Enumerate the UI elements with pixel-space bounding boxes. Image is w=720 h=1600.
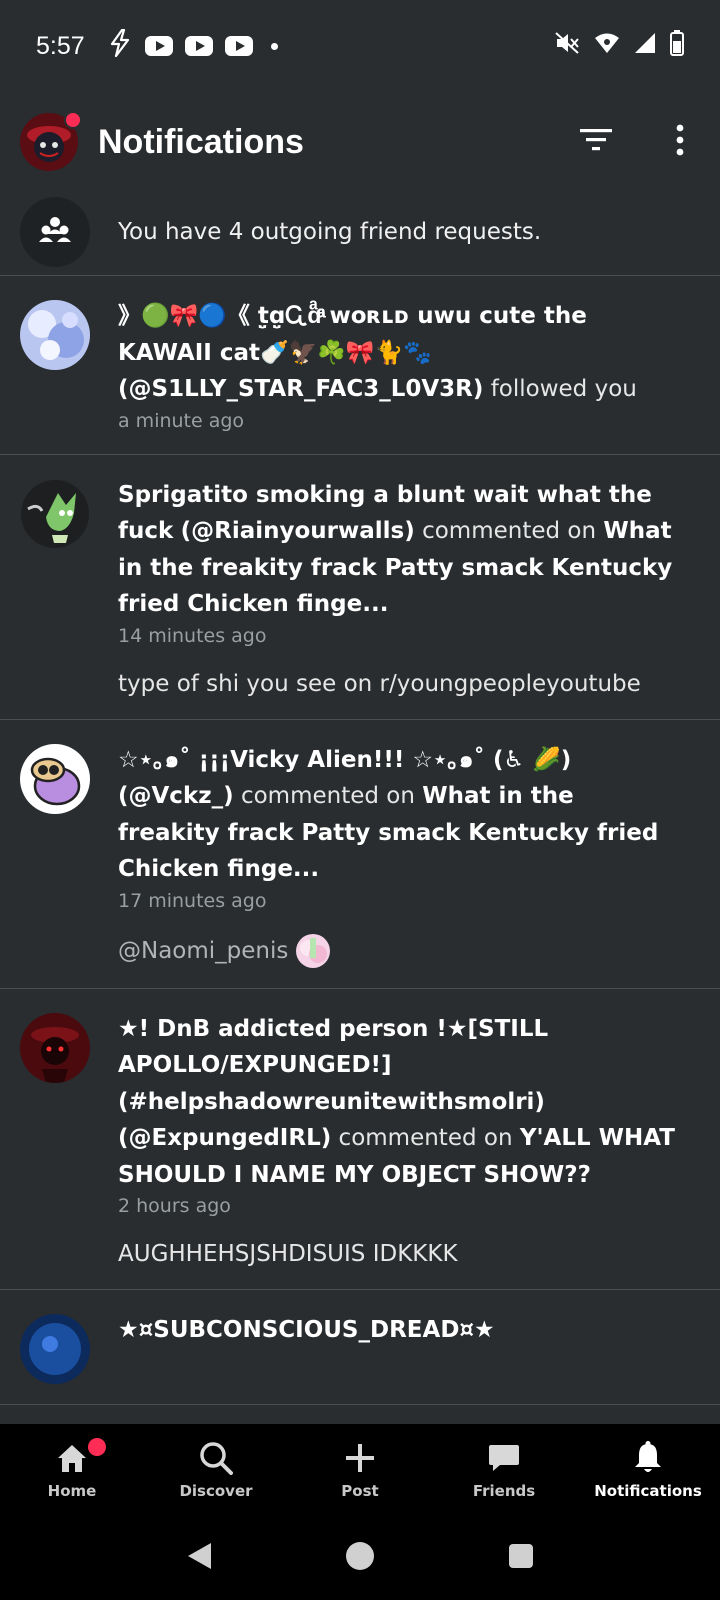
filter-icon bbox=[579, 127, 613, 157]
notification-dot bbox=[64, 111, 82, 129]
status-bar: 5:57 bbox=[0, 0, 720, 92]
actor-handle[interactable]: (@ExpungedIRL) bbox=[118, 1125, 331, 1151]
nav-friends[interactable]: Friends bbox=[432, 1424, 576, 1516]
profile-avatar-button[interactable] bbox=[20, 111, 82, 171]
more-options-button[interactable] bbox=[660, 122, 700, 162]
friend-requests-icon-wrap bbox=[20, 196, 90, 267]
comment-preview: AUGHHEHSJSHDISUIS IDKKKK bbox=[118, 1239, 678, 1269]
search-icon bbox=[198, 1440, 234, 1476]
friend-requests-text: You have 4 outgoing friend requests. bbox=[118, 218, 542, 245]
home-notification-dot bbox=[88, 1438, 106, 1456]
bell-icon bbox=[630, 1440, 666, 1476]
notification-time: a minute ago bbox=[118, 409, 245, 432]
avatar[interactable] bbox=[20, 300, 90, 370]
nav-discover[interactable]: Discover bbox=[144, 1424, 288, 1516]
notification-text: 》🟢🎀🔵《 t̤̮ɑ̤̮Ꮹɑͣͣͣͣͣͣͣͣ ᴡᴏʀʟᴅ uwu cute th… bbox=[118, 298, 678, 408]
system-navigation-bar bbox=[0, 1516, 720, 1600]
recents-icon[interactable] bbox=[507, 1542, 535, 1574]
notification-time: 2 hours ago bbox=[118, 1195, 231, 1217]
signal-icon bbox=[634, 32, 656, 60]
status-left-icons bbox=[107, 28, 278, 63]
page-title: Notifications bbox=[98, 122, 304, 161]
home-icon bbox=[54, 1440, 90, 1476]
actor-name[interactable]: ☆⋆｡๑˚ ¡¡¡Vicky Alien!!! ☆⋆｡๑˚ (♿ 🌽) bbox=[118, 747, 571, 773]
action-text: commented on bbox=[414, 518, 604, 544]
actor-name[interactable]: 》🟢🎀🔵《 t̤̮ɑ̤̮Ꮹɑͣͣͣͣͣͣͣͣ ᴡᴏʀʟᴅ uwu cute th… bbox=[118, 303, 587, 366]
actor-handle[interactable]: (@S1LLY_STAR_FAC3_L0V3R) bbox=[118, 376, 483, 402]
chat-icon bbox=[486, 1440, 522, 1476]
wifi-icon bbox=[594, 32, 620, 60]
nav-label: Post bbox=[341, 1482, 379, 1500]
actor-handle[interactable]: (@Riainyourwalls) bbox=[181, 518, 415, 544]
notification-text: ★! DnB addicted person !★[STILL APOLLO/E… bbox=[118, 1011, 678, 1194]
nav-label: Home bbox=[47, 1482, 97, 1500]
notification-time: 17 minutes ago bbox=[118, 889, 267, 912]
notification-text: Sprigatito smoking a blunt wait what the… bbox=[118, 477, 678, 623]
nav-post[interactable]: Post bbox=[288, 1424, 432, 1516]
status-time: 5:57 bbox=[36, 31, 85, 60]
avatar[interactable] bbox=[20, 1314, 90, 1384]
action-text: commented on bbox=[331, 1125, 520, 1151]
notification-text: ☆⋆｡๑˚ ¡¡¡Vicky Alien!!! ☆⋆｡๑˚ (♿ 🌽) (@Vc… bbox=[118, 742, 678, 888]
more-vertical-icon bbox=[675, 124, 685, 160]
avatar[interactable] bbox=[20, 478, 90, 549]
mute-icon bbox=[554, 31, 580, 61]
bottom-navigation: Home Discover Post Friends Notifications bbox=[0, 1424, 720, 1516]
nav-label: Discover bbox=[179, 1482, 253, 1500]
nav-home[interactable]: Home bbox=[0, 1424, 144, 1516]
plus-icon bbox=[342, 1440, 378, 1476]
notification-item[interactable]: ☆⋆｡๑˚ ¡¡¡Vicky Alien!!! ☆⋆｡๑˚ (♿ 🌽) (@Vc… bbox=[0, 720, 720, 989]
back-icon[interactable] bbox=[185, 1541, 213, 1575]
actor-name[interactable]: ★¤SUBCONSCIOUS_DREAD¤★ bbox=[118, 1317, 495, 1343]
app-header: Notifications bbox=[0, 92, 720, 192]
notification-item[interactable]: Sprigatito smoking a blunt wait what the… bbox=[0, 455, 720, 720]
youtube-icon bbox=[224, 36, 253, 56]
dot-icon bbox=[270, 42, 278, 50]
notification-text: ★¤SUBCONSCIOUS_DREAD¤★ bbox=[118, 1312, 678, 1349]
actor-name[interactable]: ★! DnB addicted person !★[STILL APOLLO/E… bbox=[118, 1016, 548, 1115]
people-group-icon bbox=[37, 214, 73, 250]
comment-preview: @Naomi_penis bbox=[118, 933, 678, 968]
status-right-icons bbox=[554, 30, 684, 62]
outgoing-friend-requests-row[interactable]: You have 4 outgoing friend requests. bbox=[0, 188, 720, 276]
notification-item[interactable]: 》🟢🎀🔵《 t̤̮ɑ̤̮Ꮹɑͣͣͣͣͣͣͣͣ ᴡᴏʀʟᴅ uwu cute th… bbox=[0, 276, 720, 455]
youtube-icon bbox=[144, 36, 173, 56]
comment-text: AUGHHEHSJSHDISUIS IDKKKK bbox=[118, 1241, 458, 1267]
mention-avatar bbox=[296, 933, 331, 968]
filter-button[interactable] bbox=[576, 122, 616, 162]
battery-icon bbox=[670, 30, 684, 62]
action-text: commented on bbox=[233, 783, 423, 809]
action-text: followed you bbox=[483, 376, 637, 402]
flash-icon bbox=[107, 28, 133, 63]
notification-item[interactable]: ★! DnB addicted person !★[STILL APOLLO/E… bbox=[0, 989, 720, 1290]
actor-handle[interactable]: (@Vckz_) bbox=[118, 783, 234, 809]
nav-notifications[interactable]: Notifications bbox=[576, 1424, 720, 1516]
nav-label: Friends bbox=[472, 1482, 536, 1500]
nav-label: Notifications bbox=[594, 1482, 702, 1500]
notification-item[interactable]: ★¤SUBCONSCIOUS_DREAD¤★ bbox=[0, 1290, 720, 1405]
notification-time: 14 minutes ago bbox=[118, 624, 267, 647]
avatar[interactable] bbox=[20, 1012, 90, 1083]
comment-preview: type of shi you see on r/youngpeopleyout… bbox=[118, 669, 678, 699]
comment-text: @Naomi_penis bbox=[118, 937, 289, 964]
avatar[interactable] bbox=[20, 743, 90, 814]
notification-list[interactable]: 》🟢🎀🔵《 t̤̮ɑ̤̮Ꮹɑͣͣͣͣͣͣͣͣ ᴡᴏʀʟᴅ uwu cute th… bbox=[0, 276, 720, 1424]
comment-text: type of shi you see on r/youngpeopleyout… bbox=[118, 670, 641, 697]
home-circle-icon[interactable] bbox=[344, 1540, 376, 1576]
youtube-icon bbox=[184, 36, 213, 56]
